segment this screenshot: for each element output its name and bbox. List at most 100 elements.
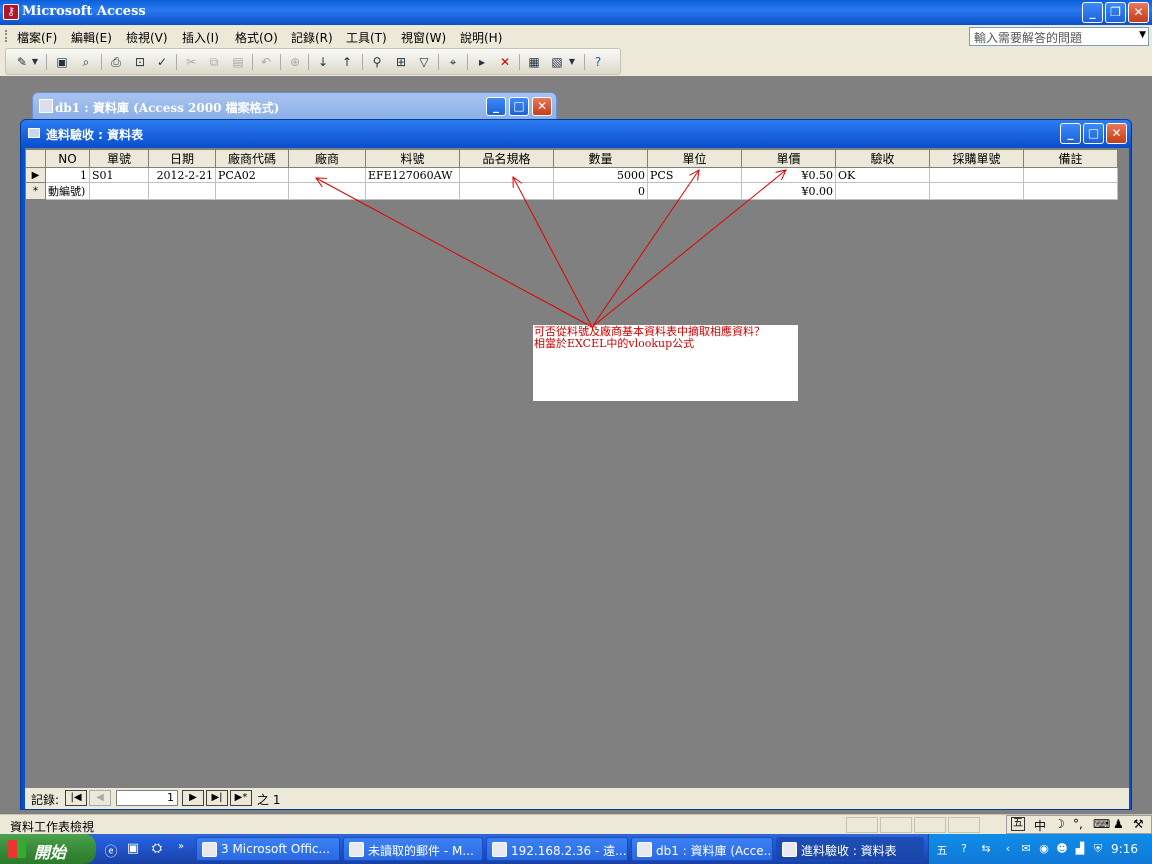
datasheet-minimize-icon[interactable]: _ [1060, 123, 1081, 144]
new-record-icon[interactable]: ▸ [474, 54, 490, 70]
language-tray-icon[interactable]: ⇆ [979, 842, 993, 856]
hyperlink-icon[interactable]: ⊕ [287, 54, 303, 70]
menu-file[interactable]: 檔案(F) [17, 29, 57, 46]
view-design-icon[interactable]: ✎ [14, 54, 30, 70]
cell[interactable]: ¥0.00 [741, 182, 836, 200]
ime-toolbar[interactable]: 五 中 ☽ °, ⌨ ♟ ⚒ [1006, 815, 1152, 834]
menu-format[interactable]: 格式(O) [235, 29, 278, 46]
print-preview-icon[interactable]: ⊡ [132, 54, 148, 70]
column-header[interactable]: 料號 [365, 149, 460, 168]
column-header[interactable]: 單號 [89, 149, 149, 168]
cell[interactable] [459, 182, 554, 200]
column-header[interactable]: 日期 [148, 149, 216, 168]
previous-record-icon[interactable]: ◀ [89, 790, 111, 806]
cell[interactable] [148, 182, 216, 200]
database-window[interactable]: db1 : 資料庫 (Access 2000 檔案格式) _ □ ✕ [32, 92, 557, 120]
column-header[interactable]: NO [45, 149, 90, 168]
ime-tool-icon[interactable]: ⚒ [1133, 817, 1144, 831]
cell[interactable]: S01 [89, 167, 149, 183]
column-header[interactable]: 廠商 [288, 149, 366, 168]
ime-moon-icon[interactable]: ☽ [1054, 817, 1065, 831]
cut-icon[interactable]: ✂ [183, 54, 199, 70]
apply-filter-icon[interactable]: ▽ [416, 54, 432, 70]
db-maximize-icon[interactable]: □ [509, 97, 529, 116]
cell[interactable] [929, 182, 1024, 200]
cell[interactable]: 1 [45, 167, 90, 183]
task-db1[interactable]: db1 : 資料庫 (Acce... [631, 837, 773, 861]
menu-help[interactable]: 說明(H) [460, 29, 502, 46]
ie-icon[interactable]: ⓔ [102, 841, 120, 860]
excel-icon[interactable]: ▣ [124, 841, 142, 857]
menu-records[interactable]: 記錄(R) [291, 29, 333, 46]
menu-window[interactable]: 視窗(W) [401, 29, 446, 46]
cell[interactable] [459, 167, 554, 183]
clock[interactable]: 9:16 [1111, 842, 1138, 856]
collapse-tray-icon[interactable]: ‹ [1001, 842, 1015, 856]
ime-user-icon[interactable]: ♟ [1113, 817, 1124, 831]
cell[interactable]: 動編號) [45, 182, 90, 200]
column-header[interactable]: 品名規格 [459, 149, 554, 168]
column-header[interactable]: 驗收 [835, 149, 930, 168]
column-header[interactable]: 單價 [741, 149, 836, 168]
help-tray-icon[interactable]: ? [957, 842, 971, 856]
ime-mode-icon[interactable]: 五 [1011, 817, 1025, 831]
task-remote[interactable]: 192.168.2.36 - 遠... [486, 837, 628, 861]
cell[interactable] [288, 182, 366, 200]
column-header[interactable]: 備註 [1023, 149, 1118, 168]
more-quicklaunch-icon[interactable]: » [172, 841, 190, 857]
column-header[interactable]: 數量 [553, 149, 648, 168]
db-minimize-icon[interactable]: _ [486, 97, 506, 116]
filter-by-selection-icon[interactable]: ⚲ [369, 54, 385, 70]
menu-view[interactable]: 檢視(V) [126, 29, 168, 46]
current-record-icon[interactable]: ▶ [25, 167, 46, 183]
start-button[interactable]: 開始 [0, 834, 96, 864]
select-all-cell[interactable] [25, 149, 46, 168]
cell[interactable] [1023, 182, 1118, 200]
cell[interactable] [1023, 167, 1118, 183]
cell[interactable] [288, 167, 366, 183]
ime-keyboard-icon[interactable]: ⌨ [1093, 817, 1110, 831]
datasheet-maximize-icon[interactable]: □ [1083, 123, 1104, 144]
ime-tray-icon[interactable]: 五 [935, 842, 949, 857]
cell[interactable]: PCS [647, 167, 742, 183]
undo-icon[interactable]: ↶ [258, 54, 274, 70]
database-window-icon[interactable]: ▦ [526, 54, 542, 70]
menu-grip-icon[interactable] [5, 30, 8, 42]
help-question-input[interactable]: 輸入需要解答的問題 ▼ [969, 27, 1149, 46]
qq-tray-icon[interactable]: ☻ [1055, 842, 1069, 856]
cell[interactable] [89, 182, 149, 200]
mail-tray-icon[interactable]: ✉ [1019, 842, 1033, 856]
ime-chinese-label[interactable]: 中 [1034, 817, 1046, 834]
chevron-down-icon[interactable]: ▼ [1139, 30, 1146, 40]
task-datasheet[interactable]: 進料驗收 : 資料表 [776, 837, 924, 861]
table-row[interactable]: ▶ 1 S01 2012-2-21 PCA02 EFE127060AW 5000… [25, 167, 1118, 183]
print-icon[interactable]: ⎙ [108, 54, 124, 70]
new-record-nav-icon[interactable]: ▶* [230, 790, 252, 806]
minimize-icon[interactable]: _ [1082, 2, 1103, 23]
new-record-icon[interactable]: * [25, 182, 46, 200]
task-excel-group[interactable]: 3 Microsoft Offic... [196, 837, 340, 861]
next-record-icon[interactable]: ▶ [182, 790, 204, 806]
current-record-input[interactable]: 1 [116, 790, 178, 806]
column-header[interactable]: 採購單號 [929, 149, 1024, 168]
db-close-icon[interactable]: ✕ [532, 97, 552, 116]
cell[interactable]: 5000 [553, 167, 648, 183]
media-tray-icon[interactable]: ◉ [1037, 842, 1051, 856]
delete-record-icon[interactable]: ✕ [497, 54, 513, 70]
new-record-row[interactable]: * 動編號) 0 ¥0.00 [25, 182, 1118, 200]
column-header[interactable]: 單位 [647, 149, 742, 168]
cell[interactable] [835, 182, 930, 200]
menu-edit[interactable]: 編輯(E) [71, 29, 112, 46]
security-tray-icon[interactable]: ⛨ [1091, 842, 1105, 856]
paste-icon[interactable]: ▤ [230, 54, 246, 70]
help-icon[interactable]: ? [590, 54, 606, 70]
file-search-icon[interactable]: ⌕ [78, 54, 94, 70]
cell[interactable]: 0 [553, 182, 648, 200]
close-icon[interactable]: ✕ [1128, 2, 1149, 23]
filter-by-form-icon[interactable]: ⊞ [393, 54, 409, 70]
cell[interactable]: 2012-2-21 [148, 167, 216, 183]
cell[interactable]: ¥0.50 [741, 167, 836, 183]
cell[interactable] [647, 182, 742, 200]
sort-descending-icon[interactable]: ↑ [339, 54, 355, 70]
sort-ascending-icon[interactable]: ↓ [315, 54, 331, 70]
